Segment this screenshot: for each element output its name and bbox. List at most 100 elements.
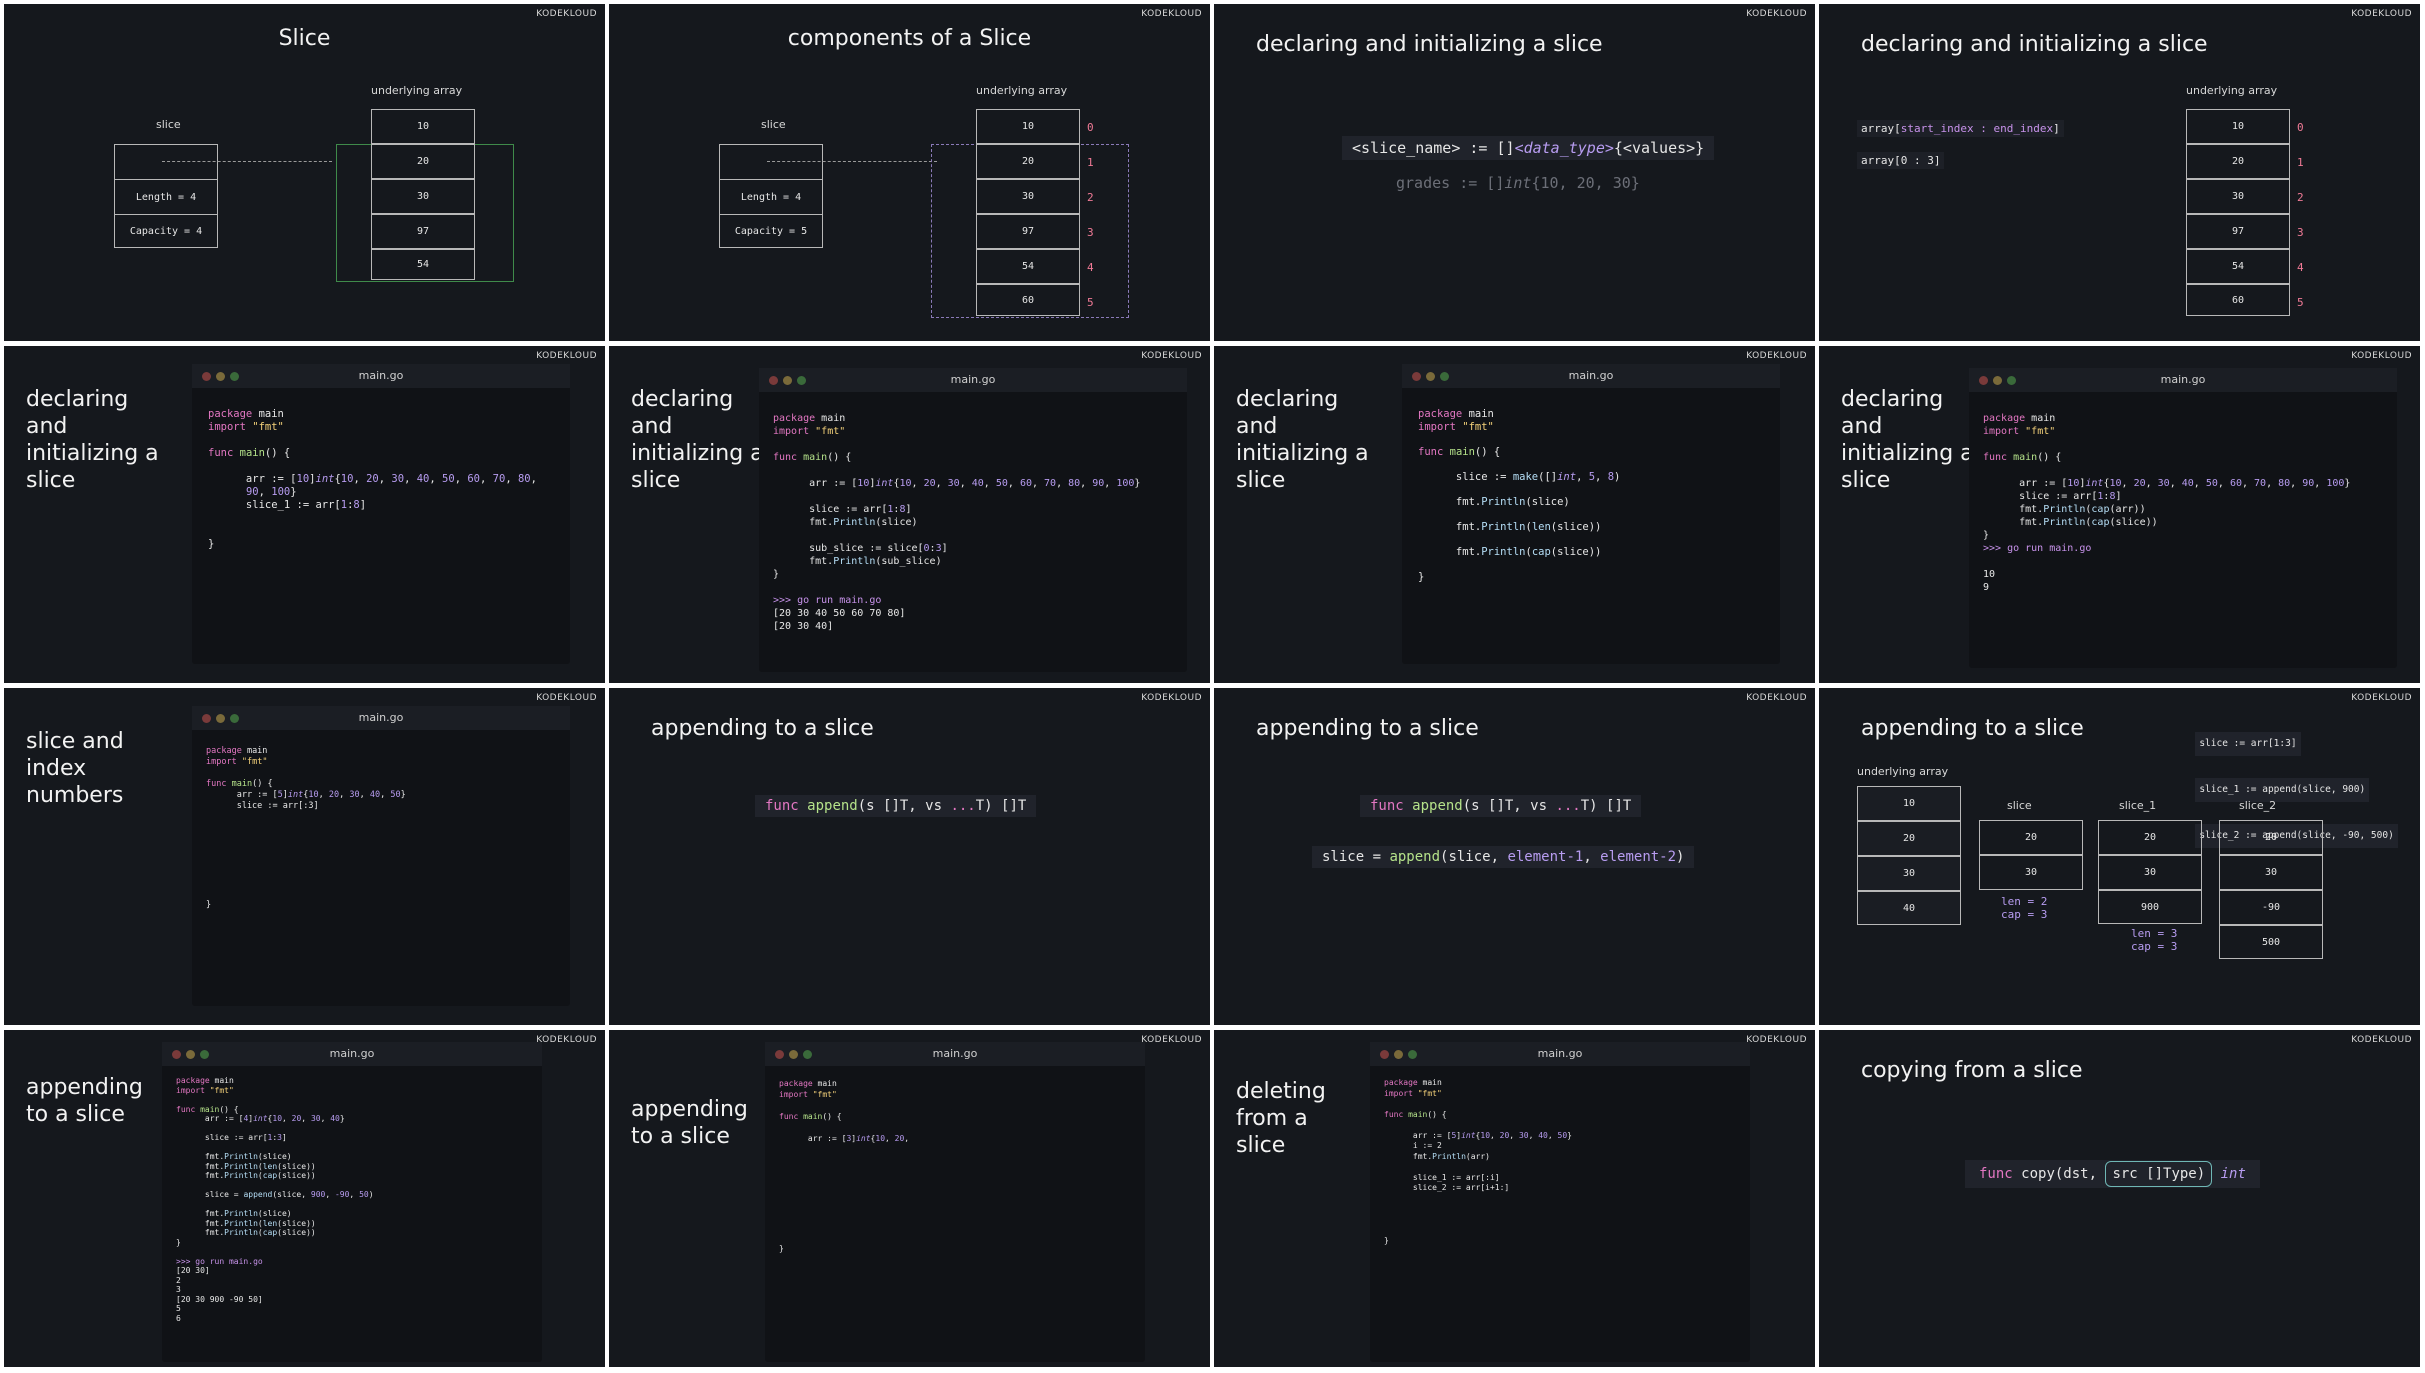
append-signature: func append(s []T, vs ...T) []T (1360, 795, 1642, 817)
code-line: package main (208, 408, 284, 420)
slide-code-appending-2[interactable]: KODEKLOUD appending to a slice main.go p… (609, 1030, 1210, 1367)
slide-components-of-slice[interactable]: KODEKLOUD components of a Slice slice Le… (609, 4, 1210, 341)
slide-copying[interactable]: KODEKLOUD copying from a slice func copy… (1819, 1030, 2420, 1367)
example-part: {10, 20, 30} (1531, 174, 1640, 192)
code-editor[interactable]: main.go package main import "fmt" func ma… (162, 1042, 542, 1362)
code-line: import "fmt" (1418, 420, 1494, 433)
code-line: import "fmt" (176, 1085, 234, 1095)
code-editor[interactable]: main.go package main import "fmt" func ma… (192, 364, 570, 664)
slide-code-cap[interactable]: KODEKLOUD declaring and initializing a s… (1819, 346, 2420, 683)
code-line: arr := [10]int{10, 20, 30, 40, 50, 60, 7… (208, 473, 537, 485)
editor-filename: main.go (1537, 1047, 1583, 1060)
code-line: >>> go run main.go (773, 595, 882, 606)
code-block: package main import "fmt" func main() { a… (176, 1076, 374, 1323)
slide-appending-call[interactable]: KODEKLOUD appending to a slice func appe… (1214, 688, 1815, 1025)
sig-part: copy(dst, (2021, 1166, 2106, 1182)
code-line: } (1983, 530, 1990, 541)
code-editor[interactable]: main.go package main import "fmt" func ma… (765, 1042, 1145, 1362)
array-label: underlying array (976, 84, 1068, 97)
slide-slice[interactable]: KODEKLOUD Slice slice Length = 4 Capacit… (4, 4, 605, 341)
index-number: 0 (1087, 121, 1094, 134)
code-line: >>> go run main.go (176, 1256, 263, 1266)
kodekloud-logo: KODEKLOUD (536, 9, 597, 19)
code-editor[interactable]: main.go package main import "fmt" func ma… (1370, 1042, 1750, 1362)
editor-filename: main.go (358, 711, 404, 724)
slide-code-index-numbers[interactable]: KODEKLOUD slice and index numbers main.g… (4, 688, 605, 1025)
syntax-part: <slice_name> := [] (1352, 139, 1515, 157)
code-editor[interactable]: main.go package main import "fmt" func ma… (192, 706, 570, 1006)
kodekloud-logo: KODEKLOUD (1141, 693, 1202, 703)
slice-cell: 20 (1979, 820, 2083, 855)
code-line: slice := arr[1:8] (773, 504, 912, 515)
slide-side-title: declaring and initializing a slice (26, 387, 159, 493)
code-line: fmt.Println(cap(slice)) (176, 1228, 316, 1237)
slide-code-declaring-1[interactable]: KODEKLOUD declaring and initializing a s… (4, 346, 605, 683)
array-cell: 30 (976, 179, 1080, 214)
code-line: i := 2 (1384, 1141, 1442, 1150)
editor-titlebar: main.go (1402, 364, 1780, 388)
slide-declaring-syntax[interactable]: KODEKLOUD declaring and initializing a s… (1214, 4, 1815, 341)
slide-code-declaring-2[interactable]: KODEKLOUD declaring and initializing a s… (609, 346, 1210, 683)
code-line: slice := arr[1:8] (1983, 491, 2122, 502)
code-editor[interactable]: main.go package main import "fmt" func ma… (1969, 368, 2397, 668)
code-line: func main() { (1384, 1109, 1447, 1119)
slide-declaring-array-index[interactable]: KODEKLOUD declaring and initializing a s… (1819, 4, 2420, 341)
code-line: import "fmt" (208, 421, 284, 433)
slide-code-deleting[interactable]: KODEKLOUD deleting from a slice main.go … (1214, 1030, 1815, 1367)
array-cell: 54 (2186, 249, 2290, 284)
sig-return: int (2212, 1166, 2246, 1182)
pointer-arrow (162, 161, 332, 162)
code-line: arr := [4]int{10, 20, 30, 40} (176, 1114, 345, 1123)
array-cell: 20 (1857, 821, 1961, 856)
slice-1-len: len = 3 (2131, 927, 2178, 940)
code-line: fmt.Println(cap(arr)) (1983, 504, 2146, 515)
editor-filename: main.go (329, 1047, 375, 1060)
code-line: slice = append(slice, 900, -90, 50) (176, 1190, 374, 1199)
append-signature: func append(s []T, vs ...T) []T (755, 795, 1037, 817)
code-editor[interactable]: main.go package main import "fmt" func ma… (1402, 364, 1780, 664)
slide-appending-diagram[interactable]: KODEKLOUD appending to a slice slice := … (1819, 688, 2420, 1025)
slide-appending-signature[interactable]: KODEKLOUD appending to a slice func appe… (609, 688, 1210, 1025)
index-number: 5 (2297, 296, 2304, 309)
code-line: 3 (176, 1285, 181, 1294)
code-line: 2 (176, 1275, 181, 1285)
code-editor[interactable]: main.go package main import "fmt" func ma… (759, 368, 1187, 672)
code-line: } (1384, 1235, 1389, 1245)
array-label: underlying array (2186, 84, 2278, 97)
slide-title: appending to a slice (1256, 716, 1479, 741)
slide-code-appending-1[interactable]: KODEKLOUD appending to a slice main.go p… (4, 1030, 605, 1367)
kodekloud-logo: KODEKLOUD (1746, 693, 1807, 703)
code-line: 9 (1983, 582, 1990, 593)
code-block: package main import "fmt" func main() { a… (206, 746, 406, 911)
array-cell: 97 (2186, 214, 2290, 249)
slide-grid: KODEKLOUD Slice slice Length = 4 Capacit… (4, 4, 2422, 1370)
editor-titlebar: main.go (162, 1042, 542, 1066)
slice-label: slice (761, 118, 786, 131)
code-line: fmt.Println(len(slice)) (176, 1161, 316, 1171)
code-line: fmt.Println(arr) (1384, 1151, 1490, 1161)
code-line: func main() { (208, 447, 291, 459)
kodekloud-logo: KODEKLOUD (2351, 351, 2412, 361)
code-line: >>> go run main.go (1983, 543, 2092, 554)
code-snippet: slice := arr[1:3] (2195, 732, 2301, 756)
code-line: fmt.Println(slice) (176, 1152, 292, 1161)
syntax-type: <data_type> (1514, 139, 1614, 157)
slide-code-make[interactable]: KODEKLOUD declaring and initializing a s… (1214, 346, 1815, 683)
pointer-arrow (767, 161, 937, 162)
